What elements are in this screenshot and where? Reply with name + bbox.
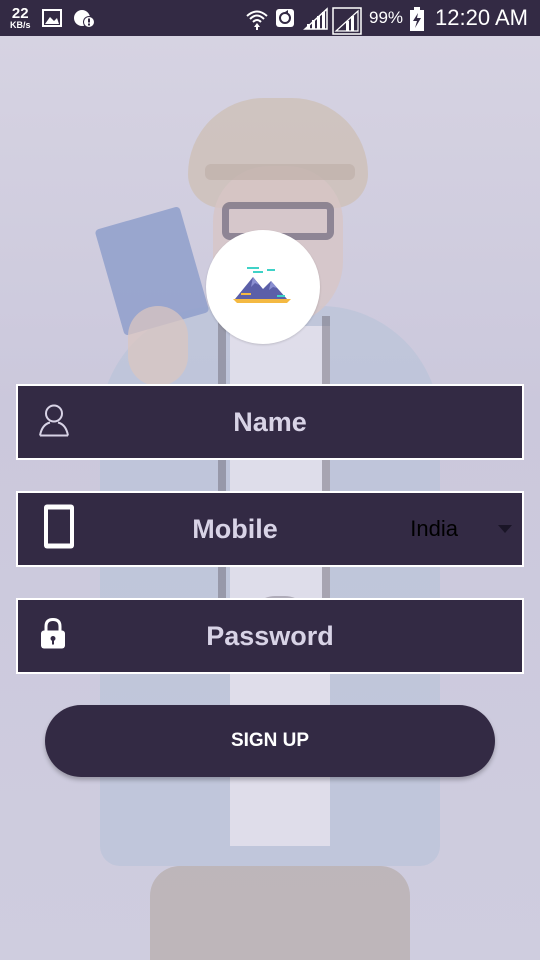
mountains-logo-icon — [231, 263, 295, 312]
network-speed-value: 22 — [11, 5, 29, 22]
battery-charging-icon — [410, 7, 425, 31]
network-speed-unit: KB/s — [10, 20, 31, 30]
password-field[interactable]: Password — [16, 598, 524, 674]
gallery-icon — [41, 7, 63, 29]
status-bar: 22 KB/s 99% 12:20 AM — [0, 0, 540, 36]
signal-icon — [303, 7, 328, 30]
signup-button[interactable]: SIGN UP — [45, 705, 495, 777]
name-field[interactable]: Name — [16, 384, 524, 460]
sync-icon — [274, 7, 296, 29]
password-label: Password — [206, 620, 334, 651]
clock-time: 12:20 AM — [435, 5, 528, 30]
network-speed: 22 KB/s — [10, 6, 31, 30]
app-logo — [206, 230, 320, 344]
battery-percent: 99% — [369, 8, 404, 27]
wifi-icon — [245, 7, 268, 30]
country-select[interactable]: India — [410, 516, 458, 542]
chevron-down-icon[interactable] — [498, 525, 512, 533]
mobile-field[interactable]: Mobile India — [16, 491, 524, 567]
name-label: Name — [233, 406, 307, 437]
mobile-label: Mobile — [192, 513, 278, 544]
signal-icon — [332, 7, 362, 35]
alert-icon — [73, 7, 95, 29]
